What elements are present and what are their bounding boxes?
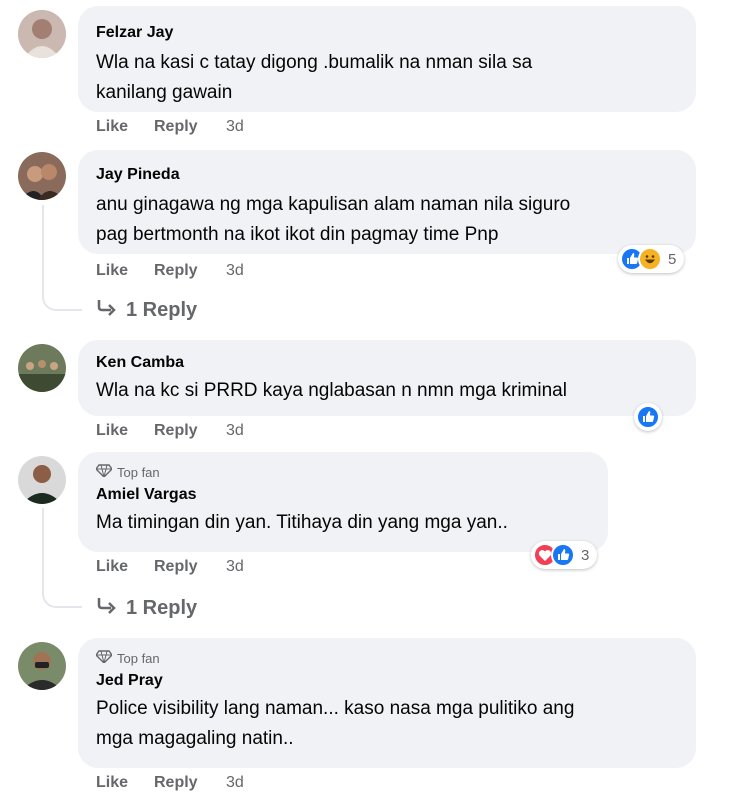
thread-connector: [42, 582, 82, 608]
thread-line: [42, 205, 44, 287]
comment-bubble: Top fan Jed Pray Police visibility lang …: [78, 638, 696, 768]
comment-text-line-2: pag bertmonth na ikot ikot din pagmay ti…: [96, 224, 499, 245]
comment-bubble: Jay Pineda anu ginagawa ng mga kapulisan…: [78, 150, 696, 254]
comment-timestamp[interactable]: 3d: [226, 558, 244, 576]
avatar[interactable]: [18, 10, 66, 58]
reply-button[interactable]: Reply: [154, 558, 226, 576]
view-replies-link[interactable]: 1 Reply: [96, 596, 197, 620]
like-button[interactable]: Like: [96, 558, 154, 576]
top-fan-label: Top fan: [117, 464, 160, 480]
reply-button[interactable]: Reply: [154, 422, 226, 440]
like-reaction-icon: [551, 543, 575, 567]
avatar[interactable]: [18, 152, 66, 200]
thread-connector: [42, 285, 82, 311]
comment-author[interactable]: Amiel Vargas: [96, 484, 590, 506]
comment-text: Ma timingan din yan. Titihaya din yang m…: [96, 512, 508, 533]
comment-bubble: Ken Camba Wla na kc si PRRD kaya nglabas…: [78, 340, 696, 416]
like-button[interactable]: Like: [96, 262, 154, 280]
view-replies-link[interactable]: 1 Reply: [96, 298, 197, 322]
top-fan-badge: Top fan: [95, 650, 678, 666]
view-replies-label: 1 Reply: [126, 298, 198, 321]
comment-actions: Like Reply 3d: [96, 558, 244, 576]
comment-text-line-1: Police visibility lang naman... kaso nas…: [96, 698, 575, 719]
reaction-count: 5: [668, 250, 677, 268]
comment-text-line-2: mga magagaling natin..: [96, 728, 294, 749]
reactions-summary[interactable]: [634, 403, 662, 431]
comment-timestamp[interactable]: 3d: [226, 774, 244, 792]
comment-actions: Like Reply 3d: [96, 262, 244, 280]
comment-timestamp[interactable]: 3d: [226, 118, 244, 136]
reply-arrow-icon: [96, 596, 118, 620]
reactions-summary[interactable]: 5: [618, 245, 685, 273]
comment-bubble: Top fan Amiel Vargas Ma timingan din yan…: [78, 452, 608, 552]
top-fan-label: Top fan: [117, 650, 160, 666]
comment-author[interactable]: Jed Pray: [96, 670, 678, 692]
comment-timestamp[interactable]: 3d: [226, 262, 244, 280]
like-button[interactable]: Like: [96, 422, 154, 440]
comment-text: Wla na kc si PRRD kaya nglabasan n nmn m…: [96, 380, 567, 401]
comment-text-line-1: Wla na kasi c tatay digong .bumalik na n…: [96, 52, 533, 73]
like-button[interactable]: Like: [96, 118, 154, 136]
thread-line: [42, 508, 44, 584]
reply-arrow-icon: [96, 298, 118, 322]
comment-actions: Like Reply 3d: [96, 422, 244, 440]
comment-author[interactable]: Jay Pineda: [96, 164, 678, 186]
diamond-icon: [95, 650, 113, 666]
reply-button[interactable]: Reply: [154, 262, 226, 280]
comment-author[interactable]: Felzar Jay: [96, 22, 678, 44]
like-button[interactable]: Like: [96, 774, 154, 792]
comment-author[interactable]: Ken Camba: [96, 352, 678, 374]
comment-bubble: Felzar Jay Wla na kasi c tatay digong .b…: [78, 6, 696, 112]
view-replies-label: 1 Reply: [126, 596, 198, 619]
reaction-count: 3: [581, 546, 590, 564]
comment-actions: Like Reply 3d: [96, 774, 244, 792]
like-reaction-icon: [636, 405, 660, 429]
diamond-icon: [95, 464, 113, 480]
comment-text-line-2: kanilang gawain: [96, 82, 233, 103]
reply-button[interactable]: Reply: [154, 118, 226, 136]
comment-timestamp[interactable]: 3d: [226, 422, 244, 440]
top-fan-badge: Top fan: [95, 464, 590, 480]
reply-button[interactable]: Reply: [154, 774, 226, 792]
comment-text-line-1: anu ginagawa ng mga kapulisan alam naman…: [96, 194, 571, 215]
reactions-summary[interactable]: 3: [531, 541, 598, 569]
comment-actions: Like Reply 3d: [96, 118, 244, 136]
haha-reaction-icon: [638, 247, 662, 271]
avatar[interactable]: [18, 456, 66, 504]
avatar[interactable]: [18, 642, 66, 690]
avatar[interactable]: [18, 344, 66, 392]
